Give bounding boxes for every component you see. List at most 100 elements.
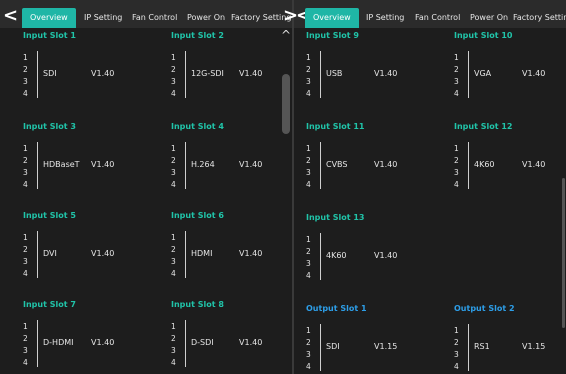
- port-number: 3: [171, 257, 176, 266]
- port-number: 4: [306, 89, 311, 98]
- left-tab-ip-setting[interactable]: IP Setting: [84, 8, 122, 28]
- port-number: 1: [23, 53, 28, 62]
- port-number: 3: [23, 257, 28, 266]
- port-number: 3: [306, 168, 311, 177]
- slot-title: Input Slot 11: [306, 122, 365, 131]
- right-tab-factory-setting[interactable]: Factory Setting: [513, 8, 566, 28]
- port-number-list: 1 2 3 4: [306, 143, 311, 191]
- right-panel: < Overview IP Setting Fan Control Power …: [294, 0, 566, 374]
- port-number: 1: [454, 326, 459, 335]
- slot-firmware-version: V1.15: [374, 342, 398, 351]
- slot-firmware-version: V1.40: [91, 69, 115, 78]
- port-number: 4: [454, 362, 459, 371]
- port-divider-line: [37, 320, 38, 367]
- right-tab-ip-setting[interactable]: IP Setting: [366, 8, 404, 28]
- slot-card-type: 12G-SDI: [191, 69, 224, 78]
- slot-firmware-version: V1.40: [522, 160, 546, 169]
- left-panel: < Overview IP Setting Fan Control Power …: [0, 0, 292, 374]
- port-divider-line: [468, 142, 469, 189]
- port-number: 3: [23, 346, 28, 355]
- port-divider-line: [185, 320, 186, 367]
- device-screen: < Overview IP Setting Fan Control Power …: [0, 0, 566, 374]
- left-prev-arrow-icon[interactable]: <: [3, 6, 18, 26]
- port-number: 4: [306, 362, 311, 371]
- port-number: 4: [454, 180, 459, 189]
- port-number: 4: [171, 269, 176, 278]
- scroll-up-icon[interactable]: ^: [281, 28, 291, 42]
- port-divider-line: [185, 231, 186, 278]
- slot-card-type: DVI: [43, 249, 57, 258]
- slot-card-type: H.264: [191, 160, 215, 169]
- port-number: 2: [171, 245, 176, 254]
- slot-title: Input Slot 7: [23, 300, 76, 309]
- port-number-list: 1 2 3 4: [171, 52, 176, 100]
- slot-firmware-version: V1.40: [239, 338, 263, 347]
- port-number: 3: [23, 168, 28, 177]
- slot-firmware-version: V1.40: [374, 160, 398, 169]
- port-number: 3: [171, 77, 176, 86]
- left-scrollbar[interactable]: [282, 74, 290, 134]
- port-number: 4: [306, 271, 311, 280]
- right-tab-overview[interactable]: Overview: [305, 8, 359, 28]
- right-tab-bar: < Overview IP Setting Fan Control Power …: [294, 0, 566, 28]
- port-number: 2: [23, 334, 28, 343]
- slot-title: Output Slot 1: [306, 304, 367, 313]
- port-number: 3: [171, 168, 176, 177]
- right-tab-fan-control[interactable]: Fan Control: [415, 8, 460, 28]
- port-number: 1: [23, 322, 28, 331]
- port-number: 2: [454, 65, 459, 74]
- port-number: 1: [171, 233, 176, 242]
- port-number-list: 1 2 3 4: [454, 325, 459, 373]
- port-divider-line: [185, 51, 186, 98]
- port-number: 1: [171, 144, 176, 153]
- slot-title: Input Slot 4: [171, 122, 224, 131]
- port-divider-line: [468, 324, 469, 371]
- slot-card-type: HDMI: [191, 249, 213, 258]
- slot-firmware-version: V1.40: [374, 69, 398, 78]
- left-tab-bar: < Overview IP Setting Fan Control Power …: [0, 0, 292, 28]
- port-number-list: 1 2 3 4: [454, 143, 459, 191]
- port-number: 2: [171, 156, 176, 165]
- port-number: 3: [454, 350, 459, 359]
- slot-title: Input Slot 8: [171, 300, 224, 309]
- port-number: 3: [454, 168, 459, 177]
- port-number: 1: [23, 144, 28, 153]
- slot-firmware-version: V1.15: [522, 342, 546, 351]
- slot-card-type: HDBaseT: [43, 160, 80, 169]
- right-tab-power-on[interactable]: Power On: [470, 8, 508, 28]
- port-number: 1: [306, 235, 311, 244]
- port-number: 3: [306, 259, 311, 268]
- port-number: 4: [23, 269, 28, 278]
- divider-next-arrow-icon[interactable]: >: [283, 6, 298, 26]
- slot-firmware-version: V1.40: [91, 249, 115, 258]
- port-number: 4: [306, 180, 311, 189]
- left-tab-overview[interactable]: Overview: [22, 8, 76, 28]
- right-slot-grid: Input Slot 9 1 2 3 4 USB V1.40 Input Slot 10 1 2 3…: [294, 28, 566, 374]
- slot-card-type: 4K60: [474, 160, 495, 169]
- slot-card-type: RS1: [474, 342, 490, 351]
- left-tab-power-on[interactable]: Power On: [187, 8, 225, 28]
- slot-firmware-version: V1.40: [239, 69, 263, 78]
- port-number: 4: [23, 358, 28, 367]
- slot-firmware-version: V1.40: [239, 160, 263, 169]
- port-number: 1: [306, 53, 311, 62]
- port-number: 1: [454, 53, 459, 62]
- port-number: 2: [171, 334, 176, 343]
- port-number: 2: [306, 338, 311, 347]
- port-number: 3: [171, 346, 176, 355]
- slot-title: Input Slot 3: [23, 122, 76, 131]
- port-number-list: 1 2 3 4: [171, 232, 176, 280]
- slot-card-type: USB: [326, 69, 343, 78]
- port-divider-line: [320, 51, 321, 98]
- port-divider-line: [320, 142, 321, 189]
- port-number: 2: [306, 65, 311, 74]
- slot-title: Input Slot 5: [23, 211, 76, 220]
- port-number-list: 1 2 3 4: [23, 143, 28, 191]
- right-scrollbar[interactable]: [562, 178, 565, 328]
- slot-title: Input Slot 6: [171, 211, 224, 220]
- slot-title: Input Slot 10: [454, 31, 513, 40]
- left-tab-fan-control[interactable]: Fan Control: [132, 8, 177, 28]
- port-number: 1: [454, 144, 459, 153]
- slot-card-type: SDI: [43, 69, 57, 78]
- slot-card-type: D-HDMI: [43, 338, 74, 347]
